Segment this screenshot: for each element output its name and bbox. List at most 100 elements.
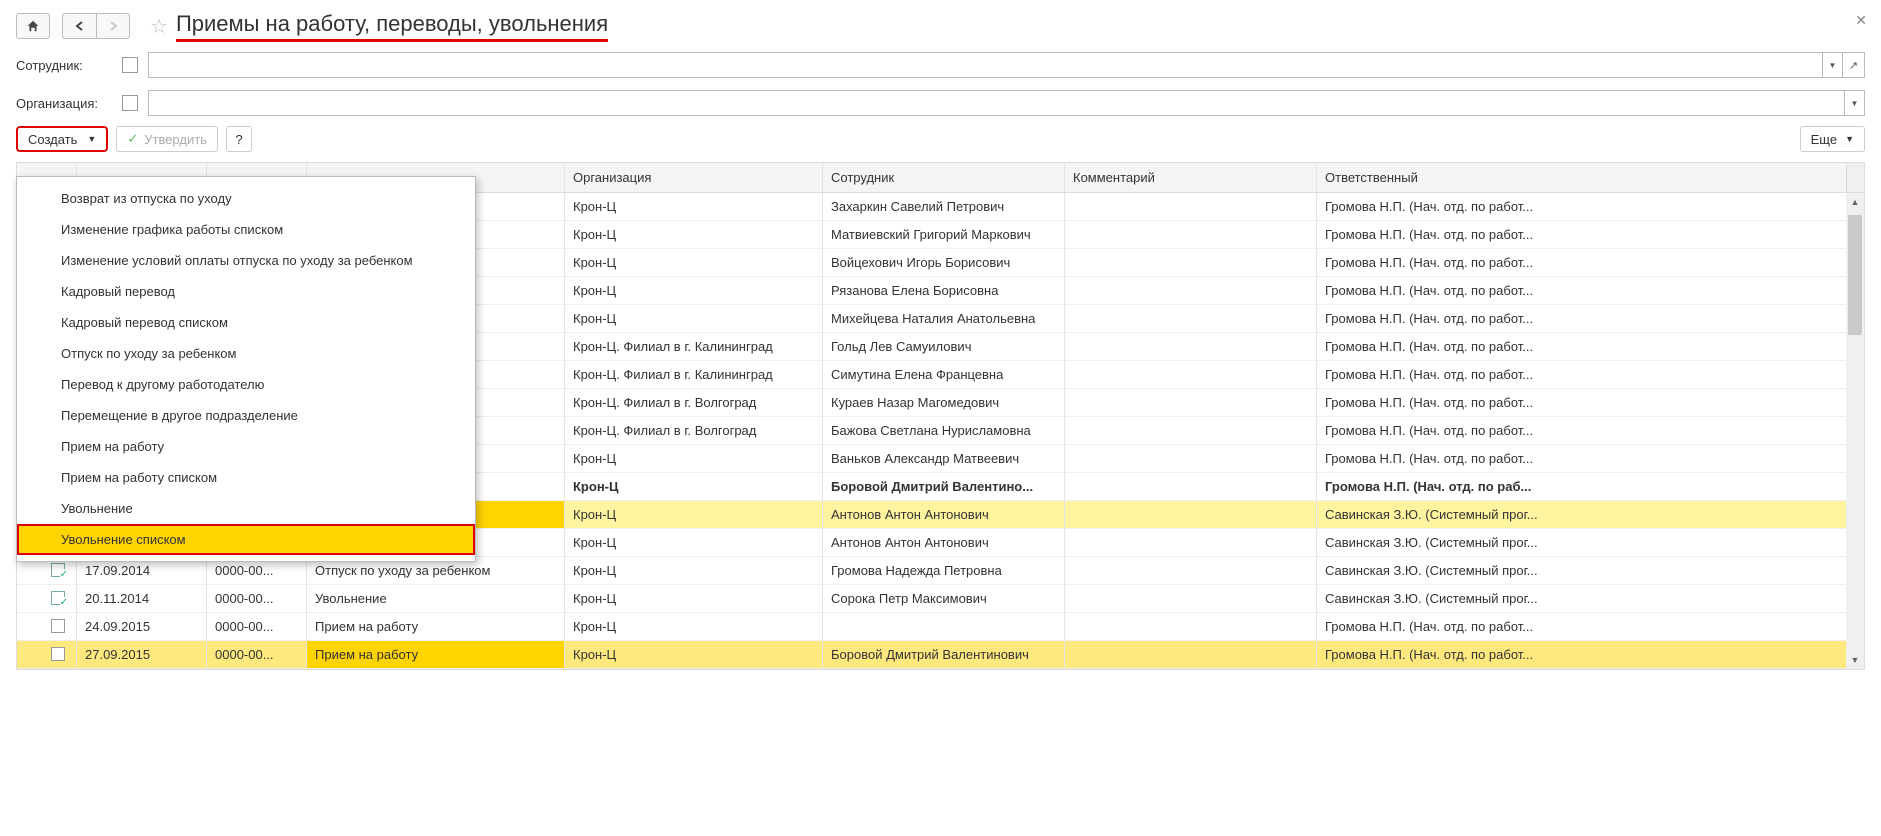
cell-comment bbox=[1065, 221, 1317, 248]
cell-emp: Бажова Светлана Нурисламовна bbox=[823, 417, 1065, 444]
approve-button[interactable]: ✓ Утвердить bbox=[116, 126, 218, 152]
cell-resp: Громова Н.П. (Нач. отд. по работ... bbox=[1317, 277, 1846, 304]
col-header-resp[interactable]: Ответственный bbox=[1317, 163, 1846, 192]
forward-button[interactable] bbox=[96, 13, 130, 39]
document-icon bbox=[51, 591, 65, 605]
table-row[interactable]: 20.11.20140000-00...УвольнениеКрон-ЦСоро… bbox=[17, 585, 1864, 613]
scroll-down-icon[interactable]: ▼ bbox=[1846, 651, 1864, 669]
dropdown-item[interactable]: Кадровый перевод bbox=[17, 276, 475, 307]
table-row[interactable]: 24.09.20150000-00...Прием на работуКрон-… bbox=[17, 613, 1864, 641]
cell-emp: Антонов Антон Антонович bbox=[823, 529, 1065, 556]
dropdown-item[interactable]: Возврат из отпуска по уходу bbox=[17, 183, 475, 214]
cell-resp: Громова Н.П. (Нач. отд. по раб... bbox=[1317, 473, 1846, 500]
cell-emp: Сорока Петр Максимович bbox=[823, 585, 1065, 612]
dropdown-item[interactable]: Перевод к другому работодателю bbox=[17, 369, 475, 400]
help-label: ? bbox=[235, 132, 242, 147]
cell-resp: Савинская З.Ю. (Системный прог... bbox=[1317, 529, 1846, 556]
row-icon-cell bbox=[17, 613, 77, 640]
cell-org: Крон-Ц. Филиал в г. Калининград bbox=[565, 333, 823, 360]
close-button[interactable]: ✕ bbox=[1855, 12, 1867, 29]
cell-resp: Савинская З.Ю. (Системный прог... bbox=[1317, 557, 1846, 584]
dropdown-item[interactable]: Изменение графика работы списком bbox=[17, 214, 475, 245]
cell-org: Крон-Ц bbox=[565, 613, 823, 640]
cell-org: Крон-Ц bbox=[565, 277, 823, 304]
cell-emp: Боровой Дмитрий Валентино... bbox=[823, 473, 1065, 500]
row-icon-cell bbox=[17, 641, 77, 668]
cell-org: Крон-Ц bbox=[565, 557, 823, 584]
home-button[interactable] bbox=[16, 13, 50, 39]
document-icon bbox=[51, 563, 65, 577]
cell-emp: Боровой Дмитрий Валентинович bbox=[823, 641, 1065, 668]
cell-org: Крон-Ц bbox=[565, 445, 823, 472]
cell-comment bbox=[1065, 305, 1317, 332]
vertical-scrollbar[interactable]: ▲ ▼ bbox=[1846, 193, 1864, 669]
cell-emp: Захаркин Савелий Петрович bbox=[823, 193, 1065, 220]
employee-filter-input[interactable] bbox=[148, 52, 1823, 78]
dropdown-item[interactable]: Прием на работу списком bbox=[17, 462, 475, 493]
cell-org: Крон-Ц bbox=[565, 249, 823, 276]
cell-emp: Матвиевский Григорий Маркович bbox=[823, 221, 1065, 248]
chevron-down-icon: ▼ bbox=[1845, 134, 1854, 144]
dropdown-item[interactable]: Изменение условий оплаты отпуска по уход… bbox=[17, 245, 475, 276]
dropdown-item[interactable]: Перемещение в другое подразделение bbox=[17, 400, 475, 431]
cell-resp: Громова Н.П. (Нач. отд. по работ... bbox=[1317, 333, 1846, 360]
cell-resp: Громова Н.П. (Нач. отд. по работ... bbox=[1317, 249, 1846, 276]
cell-emp: Громова Надежда Петровна bbox=[823, 557, 1065, 584]
cell-org: Крон-Ц bbox=[565, 221, 823, 248]
create-button[interactable]: Создать ▼ bbox=[16, 126, 108, 152]
cell-resp: Громова Н.П. (Нач. отд. по работ... bbox=[1317, 417, 1846, 444]
cell-comment bbox=[1065, 333, 1317, 360]
org-filter-input[interactable] bbox=[148, 90, 1845, 116]
col-header-comment[interactable]: Комментарий bbox=[1065, 163, 1317, 192]
col-header-org[interactable]: Организация bbox=[565, 163, 823, 192]
favorite-icon[interactable]: ☆ bbox=[150, 14, 168, 39]
cell-emp: Михейцева Наталия Анатольевна bbox=[823, 305, 1065, 332]
cell-num: 0000-00... bbox=[207, 585, 307, 612]
create-label: Создать bbox=[28, 132, 77, 147]
cell-num: 0000-00... bbox=[207, 613, 307, 640]
employee-open-icon[interactable]: ↗ bbox=[1843, 52, 1865, 78]
employee-filter-label: Сотрудник: bbox=[16, 58, 122, 73]
document-icon bbox=[51, 647, 65, 661]
cell-comment bbox=[1065, 277, 1317, 304]
scroll-up-icon[interactable]: ▲ bbox=[1846, 193, 1864, 211]
scroll-thumb[interactable] bbox=[1848, 215, 1862, 335]
document-icon bbox=[51, 619, 65, 633]
dropdown-item[interactable]: Увольнение bbox=[17, 493, 475, 524]
cell-date: 24.09.2015 bbox=[77, 613, 207, 640]
cell-resp: Громова Н.П. (Нач. отд. по работ... bbox=[1317, 221, 1846, 248]
employee-dropdown-icon[interactable]: ▼ bbox=[1823, 52, 1843, 78]
help-button[interactable]: ? bbox=[226, 126, 252, 152]
cell-emp: Антонов Антон Антонович bbox=[823, 501, 1065, 528]
cell-resp: Громова Н.П. (Нач. отд. по работ... bbox=[1317, 445, 1846, 472]
cell-comment bbox=[1065, 501, 1317, 528]
dropdown-item[interactable]: Увольнение списком bbox=[17, 524, 475, 555]
cell-resp: Громова Н.П. (Нач. отд. по работ... bbox=[1317, 613, 1846, 640]
dropdown-item[interactable]: Кадровый перевод списком bbox=[17, 307, 475, 338]
cell-comment bbox=[1065, 361, 1317, 388]
cell-resp: Громова Н.П. (Нач. отд. по работ... bbox=[1317, 361, 1846, 388]
cell-num: 0000-00... bbox=[207, 641, 307, 668]
table-row[interactable]: 27.09.20150000-00...Прием на работуКрон-… bbox=[17, 641, 1864, 669]
cell-comment bbox=[1065, 529, 1317, 556]
cell-comment bbox=[1065, 417, 1317, 444]
org-filter-checkbox[interactable] bbox=[122, 95, 138, 111]
cell-comment bbox=[1065, 249, 1317, 276]
org-dropdown-icon[interactable]: ▼ bbox=[1845, 90, 1865, 116]
back-button[interactable] bbox=[62, 13, 96, 39]
cell-org: Крон-Ц bbox=[565, 193, 823, 220]
cell-date: 27.09.2015 bbox=[77, 641, 207, 668]
dropdown-item[interactable]: Отпуск по уходу за ребенком bbox=[17, 338, 475, 369]
cell-comment bbox=[1065, 613, 1317, 640]
dropdown-item[interactable]: Прием на работу bbox=[17, 431, 475, 462]
cell-type: Прием на работу bbox=[307, 613, 565, 640]
col-header-emp[interactable]: Сотрудник bbox=[823, 163, 1065, 192]
cell-org: Крон-Ц. Филиал в г. Калининград bbox=[565, 361, 823, 388]
cell-org: Крон-Ц bbox=[565, 529, 823, 556]
checkmark-icon: ✓ bbox=[127, 131, 138, 147]
create-dropdown: Возврат из отпуска по уходуИзменение гра… bbox=[16, 176, 476, 562]
cell-comment bbox=[1065, 193, 1317, 220]
cell-resp: Громова Н.П. (Нач. отд. по работ... bbox=[1317, 641, 1846, 668]
employee-filter-checkbox[interactable] bbox=[122, 57, 138, 73]
more-button[interactable]: Еще ▼ bbox=[1800, 126, 1865, 152]
